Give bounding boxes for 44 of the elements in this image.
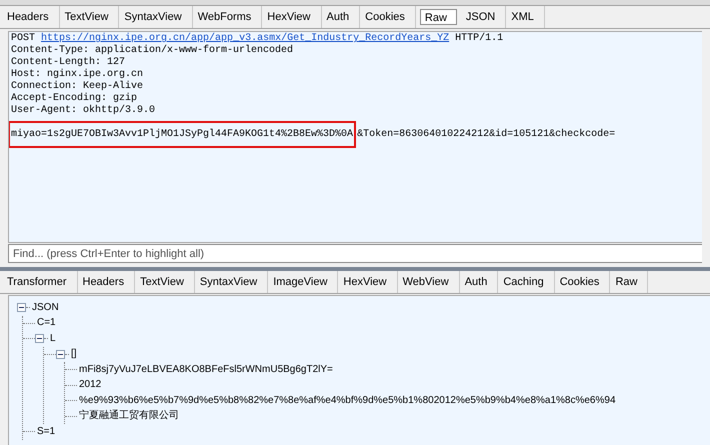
highlighted-body-text: miyao=1s2gUE7OBIw3Avv1PljMO1JSyPgl44FA9KOG1t4%2B8Ew%3D%0A [11,124,354,145]
header-line: User-Agent: okhttp/3.9.0 [11,105,156,116]
tab[interactable]: TextView [135,271,195,293]
tab[interactable]: Auth [460,271,498,293]
body-text: &Token=863064010224212&id=105121&checkcode= [357,129,616,140]
header-line: Accept-Encoding: gzip [11,93,138,104]
tab[interactable]: Raw [420,9,457,25]
tree-node[interactable]: S=1 [35,424,56,439]
tab[interactable]: SyntaxView [194,271,268,293]
tab[interactable]: TextView [60,6,120,28]
tree-node[interactable]: mFi8sj7yVuJ7eLBVEA8KO8BFeFsl5rWNmU5Bg6gT2lY= [77,362,333,377]
tab[interactable]: HexView [262,6,322,28]
tree-node[interactable]: 2012 [77,378,102,392]
tab[interactable]: Headers [2,6,60,28]
tab[interactable]: WebForms [192,6,262,28]
tab[interactable]: Raw [610,271,648,293]
tab[interactable]: SyntaxView [119,6,193,28]
collapse-icon[interactable] [17,303,26,312]
tree-node[interactable]: L [48,332,56,346]
tab[interactable]: Cookies [554,271,610,293]
tab[interactable]: XML [506,6,545,28]
collapse-icon[interactable] [35,334,44,344]
protocol-text: HTTP/1.1 [455,33,504,44]
tab[interactable]: Headers [78,271,136,293]
tab[interactable]: Auth [322,6,360,28]
tree-node[interactable]: JSON [30,300,59,315]
tab[interactable]: Cookies [360,6,416,28]
tree-node[interactable]: %e9%93%b6%e5%b7%9d%e5%b8%82%e7%8e%af%e4%bf%9d%e5%b1%802012%e5%b9%b4%e8%a1%8c%e6%94 [77,394,616,408]
request-method: POST [11,33,36,44]
request-url-link[interactable]: https://nginx.ipe.org.cn/app/app_v3.asmx/Get_Industry_RecordYears_YZ [41,33,450,44]
header-line: Host: nginx.ipe.org.cn [11,69,144,80]
tree-node[interactable]: [] [69,347,77,362]
tab[interactable]: Transformer [2,271,78,293]
tab[interactable]: WebView [398,271,460,293]
tab[interactable]: Caching [498,271,555,293]
header-line: Content-Type: application/x-www-form-urlencoded [11,45,294,56]
tab[interactable]: JSON [460,6,506,28]
tab[interactable]: ImageView [268,271,338,293]
collapse-icon[interactable] [56,350,65,359]
tree-node[interactable]: 宁夏融通工贸有限公司 [77,409,179,424]
tree-node[interactable]: C=1 [35,316,56,330]
tab[interactable]: HexView [338,271,398,293]
header-line: Connection: Keep-Alive [11,81,144,92]
header-line: Content-Length: 127 [11,57,126,68]
